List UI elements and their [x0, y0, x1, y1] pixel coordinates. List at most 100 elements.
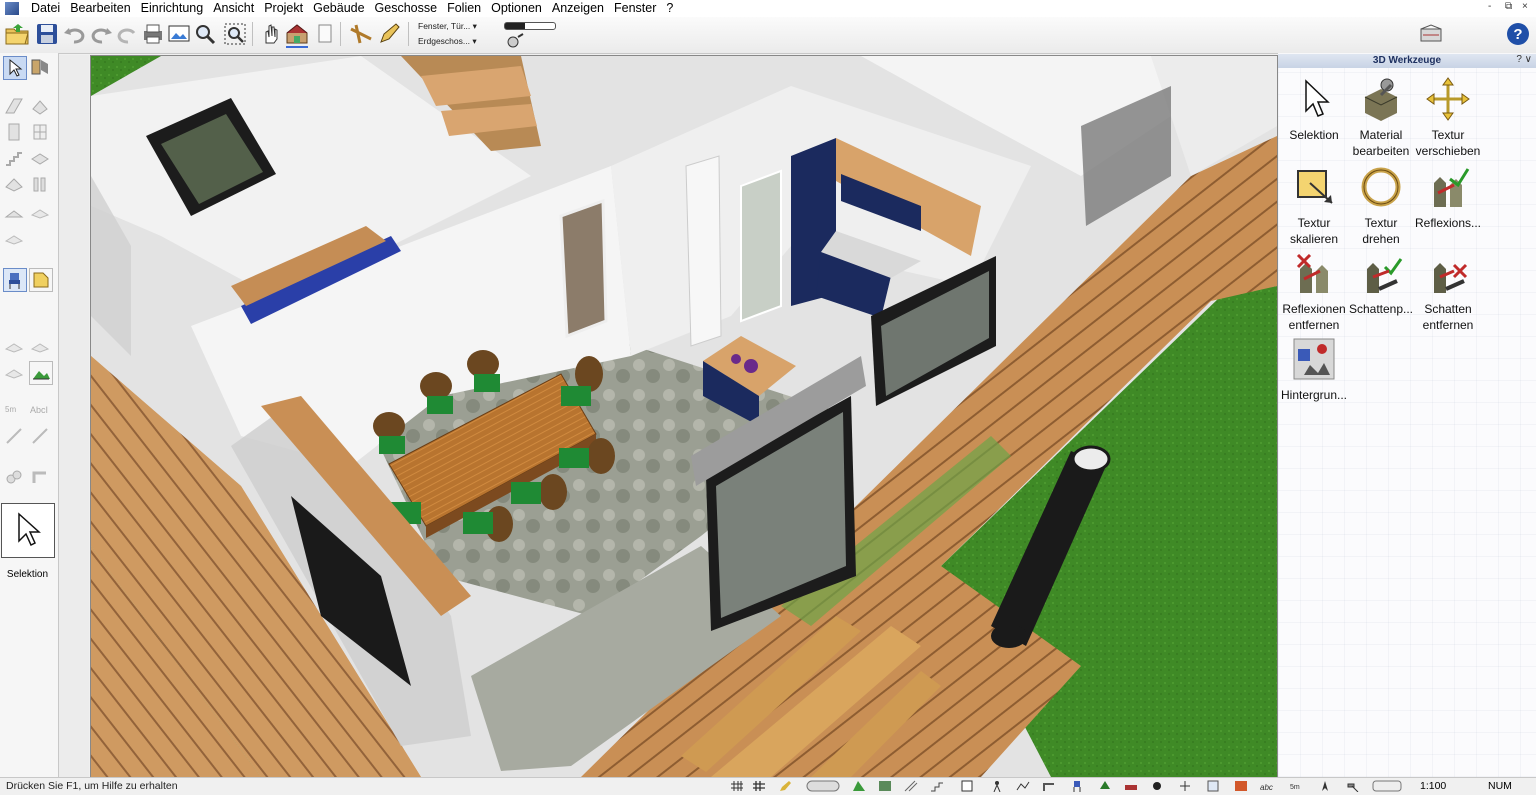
text-abc-icon[interactable]: abc	[1260, 780, 1274, 792]
panel-collapse-button[interactable]: ∨	[1525, 54, 1532, 65]
redo-icon[interactable]	[88, 21, 114, 47]
opening-icon[interactable]	[3, 227, 25, 249]
person-icon[interactable]	[990, 780, 1004, 793]
menu-ansicht[interactable]: Ansicht	[208, 1, 259, 16]
tool-schatten-entfernen[interactable]: Schatten entfernen	[1412, 249, 1484, 333]
menu-geschosse[interactable]: Geschosse	[370, 1, 443, 16]
floor-select-dropdown[interactable]: Erdgeschos... ▾	[418, 35, 477, 47]
fixture-icon[interactable]	[1150, 780, 1164, 792]
ceiling-icon[interactable]	[29, 201, 51, 223]
landscape-icon[interactable]	[29, 361, 53, 385]
pan-hand-icon[interactable]	[258, 21, 284, 47]
hatch-icon[interactable]	[3, 361, 25, 383]
window-pane-icon[interactable]	[1206, 780, 1220, 792]
zoom-fit-icon[interactable]	[222, 21, 248, 47]
tree-icon[interactable]	[1098, 780, 1112, 792]
tool-reflexionen-entfernen[interactable]: Reflexionen entfernen	[1278, 249, 1350, 333]
menu-projekt[interactable]: Projekt	[259, 1, 308, 16]
scale-indicator[interactable]: 1:100	[1420, 780, 1446, 792]
wall-draw-icon[interactable]	[3, 95, 25, 117]
3d-viewport[interactable]	[90, 55, 1278, 778]
tool-schattenp[interactable]: Schattenp...	[1345, 249, 1417, 317]
column-icon[interactable]	[29, 173, 51, 195]
close-button[interactable]: ×	[1522, 1, 1528, 12]
tool-reflexions[interactable]: Reflexions...	[1412, 163, 1484, 231]
menu-bearbeiten[interactable]: Bearbeiten	[65, 1, 135, 16]
3d-house-view-icon[interactable]	[284, 21, 310, 48]
tool-material-bearbeiten[interactable]: Material bearbeiten	[1345, 75, 1417, 159]
path-icon[interactable]	[1016, 780, 1030, 792]
line-icon[interactable]	[3, 425, 25, 447]
furniture-chair-icon[interactable]	[3, 268, 27, 292]
save-icon[interactable]	[34, 21, 60, 47]
menu-einrichtung[interactable]: Einrichtung	[136, 1, 209, 16]
menu-folien[interactable]: Folien	[442, 1, 486, 16]
window-status-icon[interactable]	[960, 780, 974, 792]
menu-datei[interactable]: Datei	[26, 1, 65, 16]
dormer-icon[interactable]	[3, 201, 25, 223]
dimension-status-icon[interactable]: 5m	[1290, 780, 1304, 792]
camera-settings-icon[interactable]	[504, 31, 526, 51]
image-export-icon[interactable]	[166, 21, 192, 47]
menu-gebaeude[interactable]: Gebäude	[308, 1, 369, 16]
stairs-icon[interactable]	[3, 147, 25, 169]
group-icon[interactable]	[3, 465, 25, 487]
area-icon[interactable]	[852, 780, 866, 792]
redo-all-icon[interactable]	[114, 21, 140, 47]
selection-arrow-icon[interactable]	[3, 56, 27, 80]
pencil-icon[interactable]	[376, 21, 402, 47]
layer-display-icon[interactable]	[1372, 780, 1402, 792]
pencil-snap-icon[interactable]	[778, 780, 792, 792]
open-folder-icon[interactable]	[4, 21, 30, 47]
transparency-slider[interactable]	[504, 22, 556, 30]
active-tool-preview[interactable]	[1, 503, 55, 558]
measure-tool-icon[interactable]	[348, 21, 374, 47]
tool-textur-skalieren[interactable]: Textur skalieren	[1278, 163, 1350, 247]
tool-textur-drehen[interactable]: Textur drehen	[1345, 163, 1417, 247]
menu-optionen[interactable]: Optionen	[486, 1, 547, 16]
text-icon[interactable]: AbcI	[29, 398, 51, 420]
zoom-window-icon[interactable]	[192, 21, 218, 47]
app-icon[interactable]	[5, 2, 19, 15]
terrain-area-icon[interactable]	[29, 335, 51, 357]
roof-icon[interactable]	[3, 173, 25, 195]
layer-toggle-icon[interactable]	[806, 780, 840, 792]
light-icon[interactable]	[1178, 780, 1192, 792]
window-icon[interactable]	[29, 121, 51, 143]
stairs-status-icon[interactable]	[930, 780, 944, 792]
minimize-button[interactable]: -	[1488, 1, 1491, 12]
document-view-icon[interactable]	[312, 21, 338, 47]
pipe-status-icon[interactable]	[1042, 780, 1056, 792]
restore-button[interactable]: ⧉	[1505, 1, 1512, 12]
symbol-tag-icon[interactable]	[29, 268, 53, 292]
car-icon[interactable]	[1124, 780, 1138, 792]
dimension-icon[interactable]: 5m	[3, 398, 25, 420]
menu-help[interactable]: ?	[661, 1, 678, 16]
tool-hintergrund[interactable]: Hintergrun...	[1278, 335, 1350, 403]
grid-toggle-icon[interactable]	[730, 780, 744, 792]
door-icon[interactable]	[3, 121, 25, 143]
roof-status-icon[interactable]	[1234, 780, 1248, 792]
tool-textur-verschieben[interactable]: Textur verschieben	[1412, 75, 1484, 159]
menu-anzeigen[interactable]: Anzeigen	[547, 1, 609, 16]
hammer-icon[interactable]	[1346, 780, 1360, 793]
layer-filter-dropdown[interactable]: Fenster, Tür... ▾	[418, 20, 477, 32]
snap-grid-icon[interactable]	[752, 780, 766, 792]
room-icon[interactable]	[29, 95, 51, 117]
undo-icon[interactable]	[62, 21, 88, 47]
polyline-icon[interactable]	[29, 425, 51, 447]
terrain-icon[interactable]	[3, 335, 25, 357]
catalog-book-icon[interactable]	[1418, 21, 1444, 47]
north-arrow-icon[interactable]	[1318, 780, 1332, 792]
slab-icon[interactable]	[29, 147, 51, 169]
help-icon[interactable]: ?	[1505, 21, 1531, 47]
chair-status-icon[interactable]	[1070, 780, 1084, 792]
pipe-icon[interactable]	[29, 465, 51, 487]
panel-help-button[interactable]: ?	[1516, 54, 1522, 65]
texture-icon[interactable]	[878, 780, 892, 792]
menu-fenster[interactable]: Fenster	[609, 1, 661, 16]
hatch-pattern-icon[interactable]	[904, 780, 918, 792]
wall-tools-icon[interactable]	[29, 56, 51, 78]
tool-selektion[interactable]: Selektion	[1278, 75, 1350, 143]
print-icon[interactable]	[140, 21, 166, 47]
